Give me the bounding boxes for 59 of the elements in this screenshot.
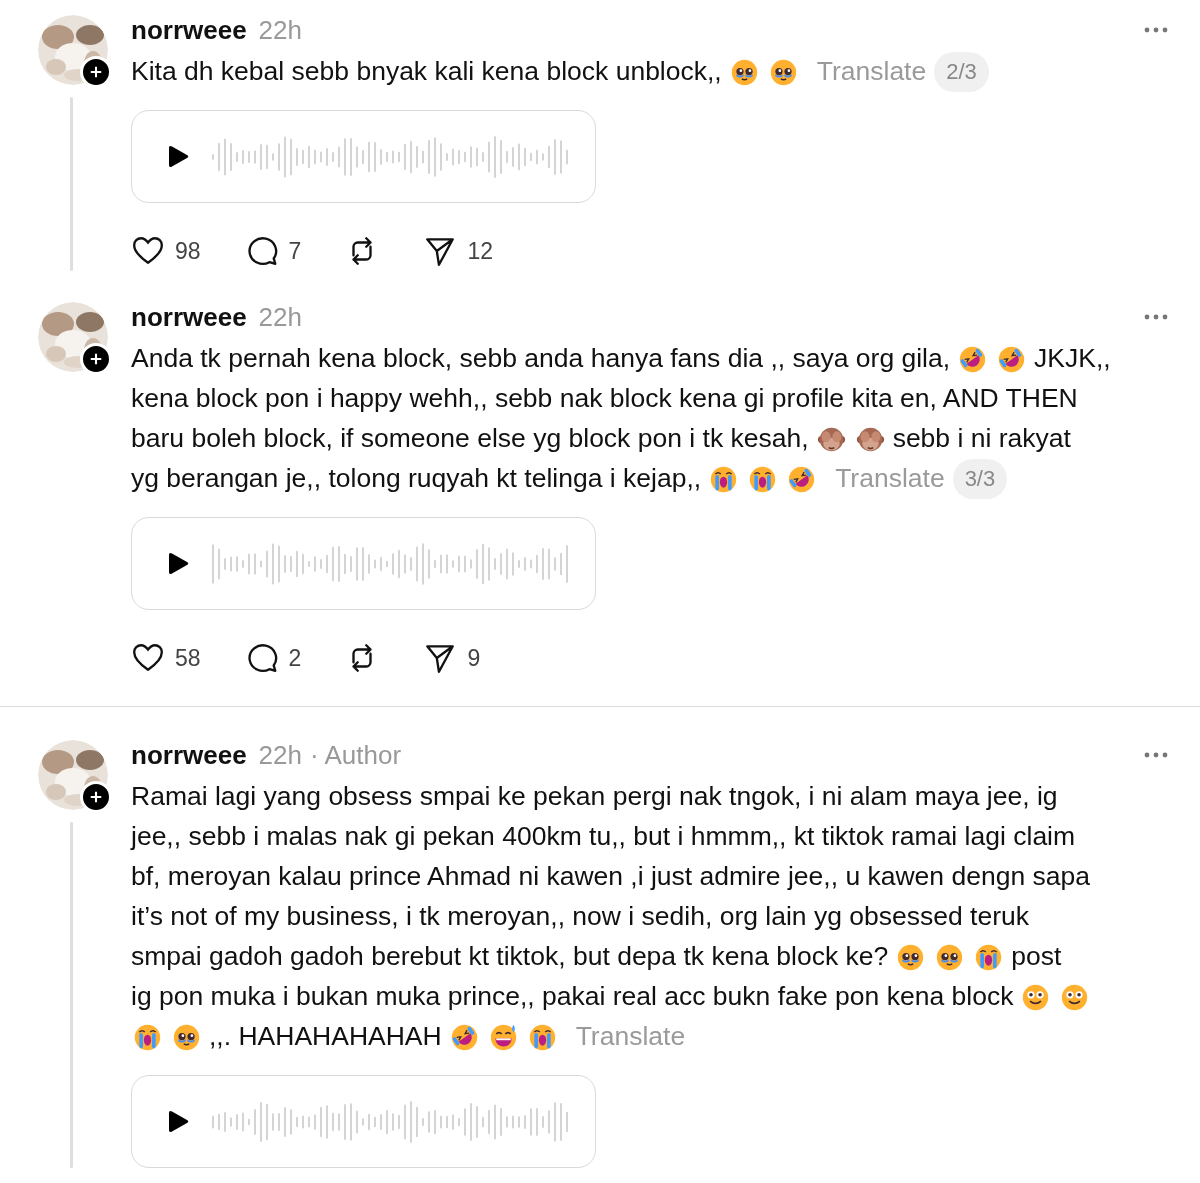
pleading-face-icon [768, 57, 798, 87]
post-text: Ramai lagi yang obsess smpai ke pekan pergi nak tngok, i ni alam maya jee, ig [131, 780, 1058, 814]
plus-icon [89, 65, 103, 79]
author-label: · Author [310, 738, 402, 772]
post-text: baru boleh block, if someone else yg block pon i tk kesah, [131, 422, 809, 456]
pleading-face-icon [172, 1022, 201, 1052]
post-text: bf, meroyan kalau prince Ahmad ni kawen ,i just admire jee,, u kawen dengn sapa [131, 860, 1090, 894]
more-icon [1144, 314, 1168, 320]
post-text: smpai gadoh gadoh berebut kt tiktok, but depa tk kena block ke? [131, 940, 889, 974]
post-text: jee,, sebb i malas nak gi pekan 400km tu,, but i hmmm,, kt tiktok ramai lagi claim [131, 820, 1076, 854]
post-text: ,,. HAHAHAHAHAH [209, 1020, 442, 1054]
crying-face-icon [709, 464, 739, 494]
smiling-face-icon [1060, 982, 1090, 1012]
grinning-sweat-face-icon [488, 1022, 518, 1052]
post-time: 22h [258, 738, 302, 772]
post-time: 22h [258, 300, 302, 334]
post-text: Kita dh kebal sebb bnyak kali kena block unblock,, [131, 55, 722, 89]
share-button[interactable]: 9 [423, 640, 481, 676]
crying-face-icon [748, 464, 778, 494]
translation-count: 3/3 [952, 459, 1008, 499]
pleading-face-icon [935, 942, 965, 972]
crying-face-icon [527, 1022, 557, 1052]
post-time: 22h [258, 13, 302, 47]
count: 12 [467, 236, 493, 266]
plus-icon [89, 790, 103, 804]
share-button[interactable]: 12 [423, 233, 493, 269]
crying-face-icon [133, 1022, 162, 1052]
post-text: ig pon muka i bukan muka prince,, pakai real acc bukn fake pon kena block [131, 980, 1014, 1014]
crying-face-icon [974, 942, 1004, 972]
count: 58 [175, 643, 201, 673]
post-text: JKJK,, [1034, 342, 1111, 376]
post-text: yg berangan je,, tolong ruqyah kt telinga i kejap,, [131, 462, 702, 496]
count: 98 [175, 236, 201, 266]
more-icon [1144, 27, 1168, 33]
count: 9 [467, 643, 481, 673]
laughing-face-icon [958, 344, 988, 374]
more-icon [1144, 752, 1168, 758]
username[interactable]: norrweee [131, 297, 247, 337]
pleading-face-icon [896, 942, 926, 972]
laughing-face-icon [449, 1022, 479, 1052]
like-button[interactable]: 98 [131, 233, 201, 269]
post-text: sebb i ni rakyat [892, 422, 1071, 456]
post-text: Anda tk pernah kena block, sebb anda hanya fans dia ,, saya org gila, [131, 342, 951, 376]
smiling-face-icon [1021, 982, 1051, 1012]
post-text: kena block pon i happy wehh,, sebb nak block kena gi profile kita en, AND THEN [131, 382, 1078, 416]
post-text: post [1011, 940, 1062, 974]
laughing-face-icon [997, 344, 1027, 374]
laughing-face-icon [787, 464, 817, 494]
count: 7 [288, 236, 302, 266]
translation-count: 2/3 [934, 52, 989, 92]
username[interactable]: norrweee [131, 735, 247, 775]
post-text: it’s not of my business, i tk meroyan,, now i sedih, org lain yg obsessed teruk [131, 900, 1029, 934]
comment-button[interactable]: 7 [244, 233, 302, 269]
pleading-face-icon [729, 57, 759, 87]
plus-icon [89, 352, 103, 366]
username[interactable]: norrweee [131, 10, 247, 50]
comment-button[interactable]: 2 [244, 640, 302, 676]
like-button[interactable]: 58 [131, 640, 201, 676]
count: 2 [288, 643, 302, 673]
